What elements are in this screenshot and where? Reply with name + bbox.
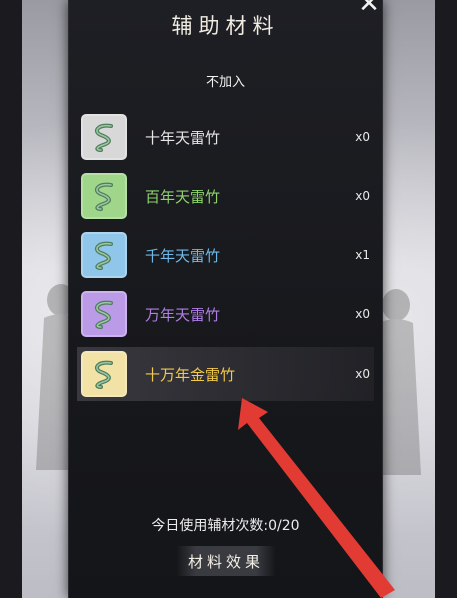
thunder-bamboo-icon bbox=[94, 123, 113, 152]
material-name: 十年天雷竹 bbox=[145, 128, 221, 147]
material-icon-frame bbox=[81, 232, 127, 278]
material-row-3[interactable]: 万年天雷竹 x0 bbox=[77, 287, 374, 341]
material-icon-frame bbox=[81, 173, 127, 219]
thunder-bamboo-icon bbox=[94, 300, 113, 329]
dialog-title: 辅助材料 bbox=[171, 14, 280, 38]
material-row-1[interactable]: 百年天雷竹 x0 bbox=[77, 169, 374, 223]
material-row-2[interactable]: 千年天雷竹 x1 bbox=[77, 228, 374, 282]
material-icon-frame bbox=[81, 114, 127, 160]
material-count: x0 bbox=[355, 189, 370, 203]
material-effect-button[interactable]: 材料效果 bbox=[176, 546, 276, 576]
auxiliary-materials-dialog: 辅助材料 不加入 十年天雷竹 x0 百年天雷竹 x0 千年天雷竹 x1 万年天雷… bbox=[68, 0, 383, 598]
close-icon[interactable]: ✕ bbox=[355, 0, 383, 17]
material-name: 万年天雷竹 bbox=[145, 305, 221, 324]
material-name: 十万年金雷竹 bbox=[145, 365, 236, 384]
daily-usage-counter: 今日使用辅材次数:0/20 bbox=[151, 518, 300, 534]
no-add-option[interactable]: 不加入 bbox=[69, 71, 382, 90]
material-row-0[interactable]: 十年天雷竹 x0 bbox=[77, 110, 374, 164]
material-count: x0 bbox=[355, 367, 370, 381]
material-count: x1 bbox=[355, 248, 370, 262]
material-count: x0 bbox=[355, 130, 370, 144]
material-name: 千年天雷竹 bbox=[145, 246, 221, 265]
material-row-4[interactable]: 十万年金雷竹 x0 bbox=[77, 347, 374, 401]
material-icon-frame bbox=[81, 291, 127, 337]
material-icon-frame bbox=[81, 351, 127, 397]
material-count: x0 bbox=[355, 307, 370, 321]
material-name: 百年天雷竹 bbox=[145, 187, 221, 206]
right-edge-bar bbox=[435, 0, 457, 598]
golden-thunder-bamboo-icon bbox=[94, 360, 113, 389]
thunder-bamboo-icon bbox=[94, 241, 113, 270]
left-edge-bar bbox=[0, 0, 22, 598]
thunder-bamboo-icon bbox=[94, 182, 113, 211]
